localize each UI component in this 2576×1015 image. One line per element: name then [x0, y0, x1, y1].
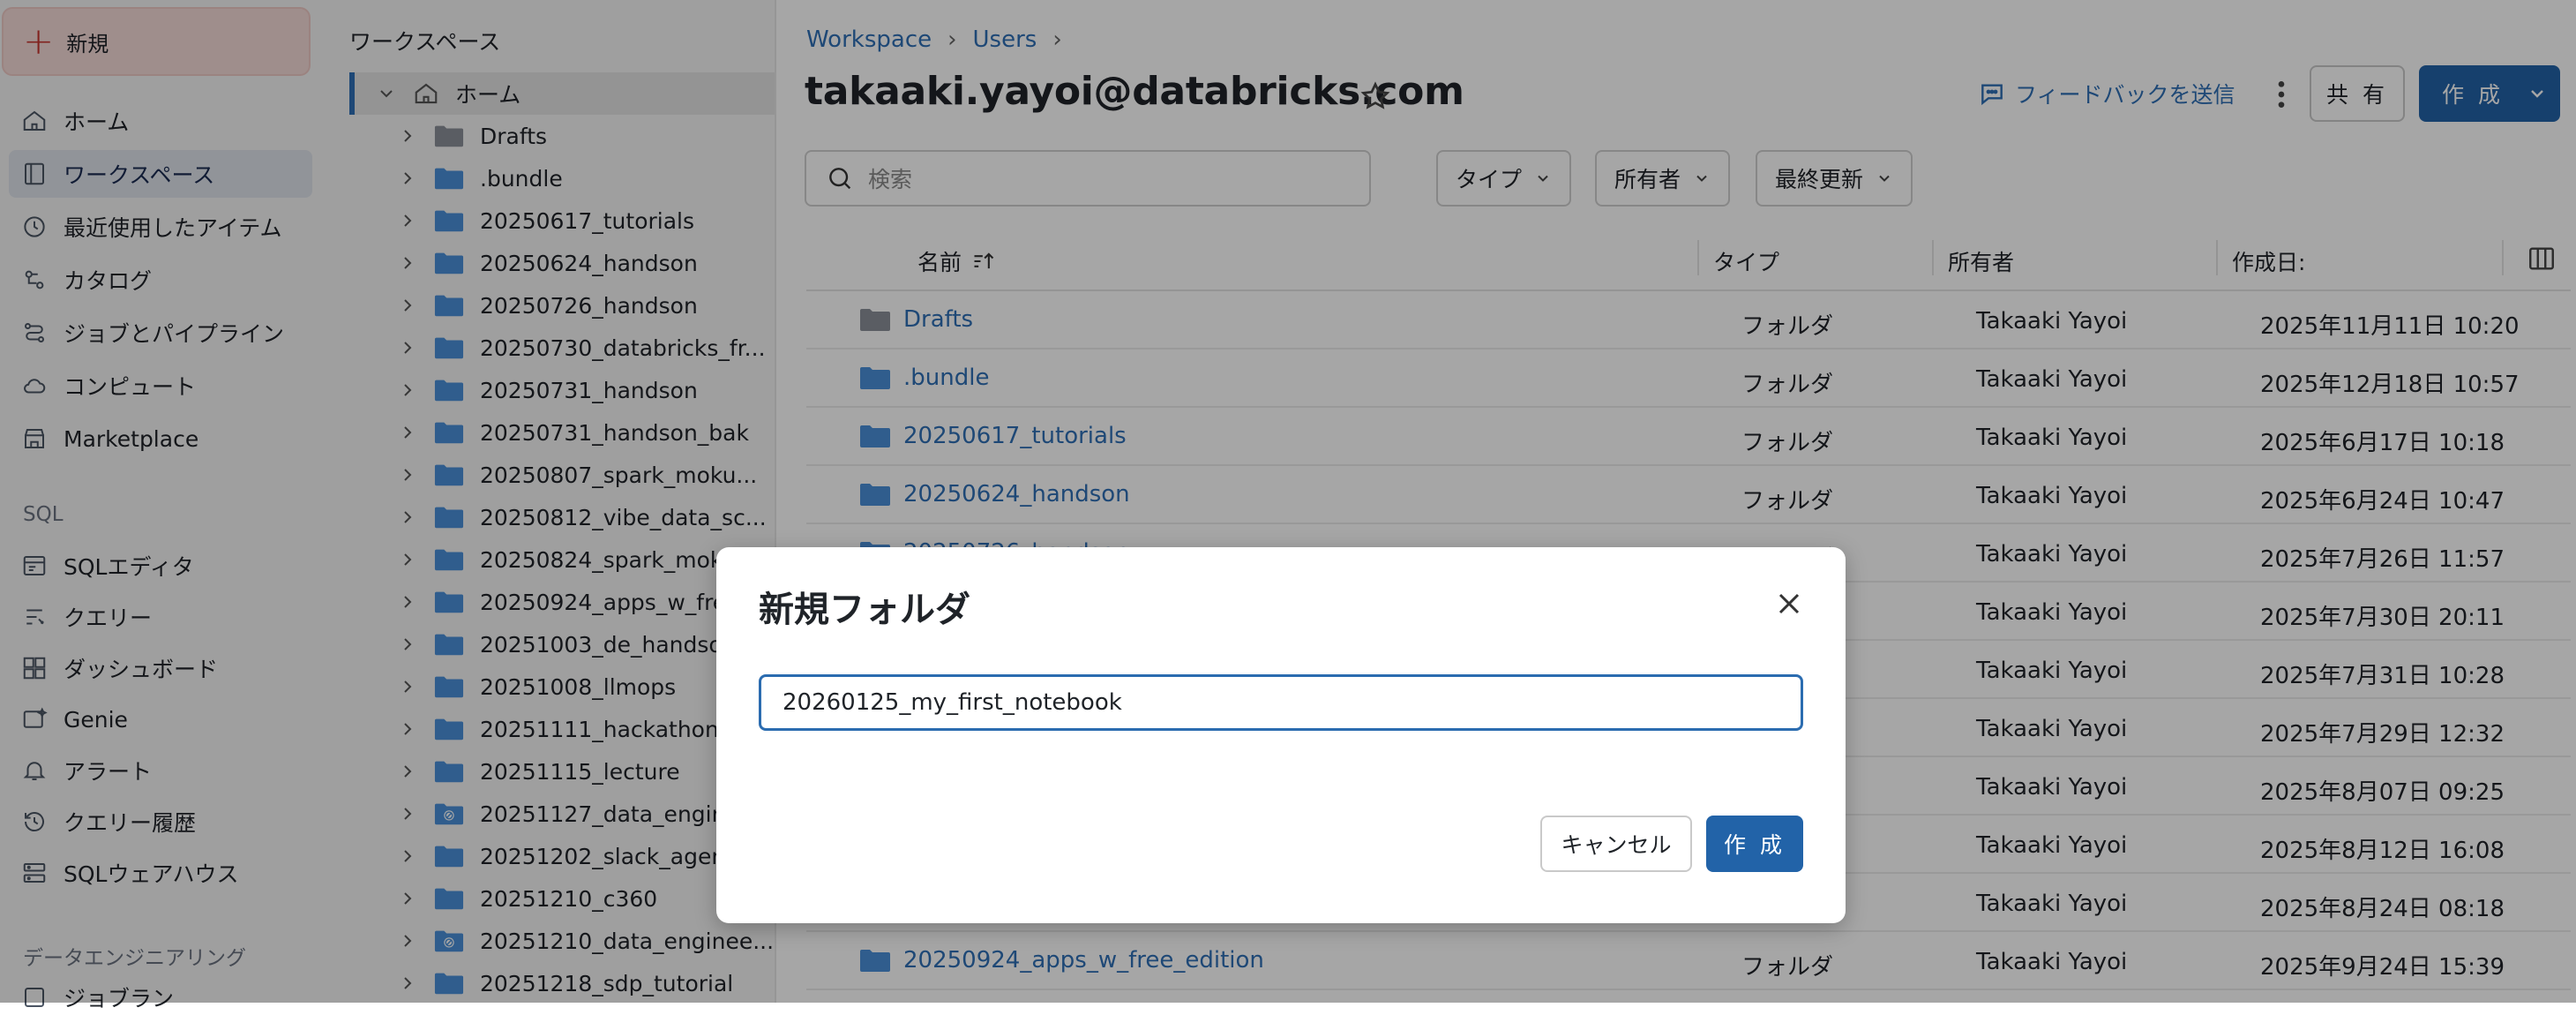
cancel-button[interactable]: キャンセル [1540, 816, 1692, 872]
dialog-title: 新規フォルダ [759, 590, 970, 630]
new-folder-dialog: 新規フォルダ キャンセル 作 成 [716, 547, 1846, 923]
close-icon[interactable] [1771, 586, 1807, 621]
folder-name-input[interactable] [759, 674, 1803, 731]
create-folder-button[interactable]: 作 成 [1706, 816, 1803, 872]
